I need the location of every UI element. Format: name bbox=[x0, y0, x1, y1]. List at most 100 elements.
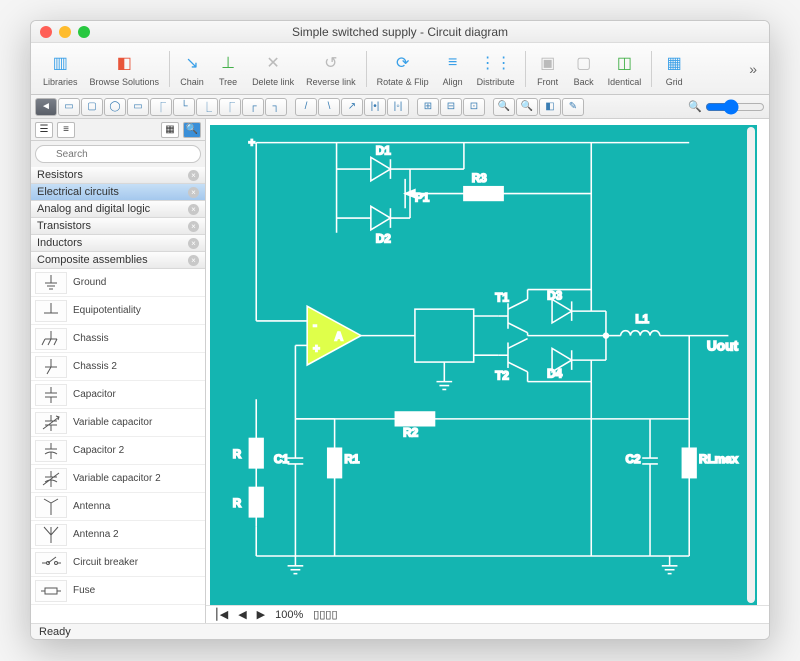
svg-text:C1: C1 bbox=[274, 453, 289, 466]
toolstrip-btn-9[interactable]: ┐ bbox=[265, 98, 287, 116]
toolstrip-btn-11[interactable]: / bbox=[295, 98, 317, 116]
toolstrip-btn-8[interactable]: ┌ bbox=[242, 98, 264, 116]
toolbar-chain[interactable]: ↘Chain bbox=[174, 49, 210, 89]
toolstrip-btn-6[interactable]: ⎿ bbox=[196, 98, 218, 116]
toolstrip-btn-23[interactable]: ◧ bbox=[539, 98, 561, 116]
antenna-2-icon bbox=[35, 524, 67, 546]
zoom-range[interactable] bbox=[705, 99, 765, 115]
toolbar-reverse-link[interactable]: ↺Reverse link bbox=[300, 49, 362, 89]
align-icon: ≡ bbox=[441, 51, 465, 75]
toolstrip-btn-0[interactable]: ▭ bbox=[58, 98, 80, 116]
svg-text:L1: L1 bbox=[635, 313, 649, 326]
titlebar: Simple switched supply - Circuit diagram bbox=[31, 21, 769, 43]
grid-icon: ▦ bbox=[662, 51, 686, 75]
svg-text:-: - bbox=[313, 319, 317, 332]
status-text: Ready bbox=[39, 626, 71, 638]
shape-ground[interactable]: Ground bbox=[31, 269, 205, 297]
grid-view-icon[interactable]: ▦ bbox=[161, 122, 179, 138]
toolbar-front[interactable]: ▣Front bbox=[530, 49, 566, 89]
toolstrip-btn-18[interactable]: ⊟ bbox=[440, 98, 462, 116]
toolstrip-btn-1[interactable]: ▢ bbox=[81, 98, 103, 116]
close-icon[interactable]: × bbox=[188, 204, 199, 215]
search-input[interactable] bbox=[35, 145, 201, 163]
toolbar-align[interactable]: ≡Align bbox=[435, 49, 471, 89]
svg-text:A: A bbox=[335, 331, 344, 344]
close-icon[interactable]: × bbox=[188, 187, 199, 198]
shape-list[interactable]: GroundEquipotentialityChassisChassis 2Ca… bbox=[31, 269, 205, 623]
toolstrip-btn-22[interactable]: 🔍 bbox=[516, 98, 538, 116]
toolbar-browse-solutions[interactable]: ◧Browse Solutions bbox=[84, 49, 166, 89]
close-icon[interactable]: × bbox=[188, 238, 199, 249]
pointer-tool[interactable]: ◄ bbox=[35, 98, 57, 116]
canvas-scrollbar[interactable] bbox=[747, 127, 755, 603]
toolstrip-btn-14[interactable]: |•| bbox=[364, 98, 386, 116]
circuit-canvas[interactable]: + D1 D2 P1 R3 bbox=[210, 125, 757, 605]
nav-first-icon[interactable]: ⎮◀ bbox=[214, 608, 228, 621]
close-icon[interactable]: × bbox=[188, 255, 199, 266]
toolbar-back[interactable]: ▢Back bbox=[566, 49, 602, 89]
toolbar-rotate-flip[interactable]: ⟳Rotate & Flip bbox=[371, 49, 435, 89]
shape-chassis-2[interactable]: Chassis 2 bbox=[31, 353, 205, 381]
tree-view-icon[interactable]: ☰ bbox=[35, 122, 53, 138]
shape-chassis[interactable]: Chassis bbox=[31, 325, 205, 353]
equipotentiality-icon bbox=[35, 300, 67, 322]
toolstrip-btn-19[interactable]: ⊡ bbox=[463, 98, 485, 116]
category-resistors[interactable]: Resistors× bbox=[31, 167, 205, 184]
body: ☰ ≡ ▦ 🔍 Resistors×Electrical circuits×An… bbox=[31, 119, 769, 623]
toolstrip-btn-24[interactable]: ✎ bbox=[562, 98, 584, 116]
shape-capacitor-2[interactable]: Capacitor 2 bbox=[31, 437, 205, 465]
category-transistors[interactable]: Transistors× bbox=[31, 218, 205, 235]
variable-capacitor-2-icon bbox=[35, 468, 67, 490]
chassis-icon bbox=[35, 328, 67, 350]
shape-equipotentiality[interactable]: Equipotentiality bbox=[31, 297, 205, 325]
toolstrip-btn-7[interactable]: ⎾ bbox=[219, 98, 241, 116]
zoom-slider[interactable]: 🔍 bbox=[688, 99, 765, 115]
close-icon[interactable]: × bbox=[188, 221, 199, 232]
browse-solutions-icon: ◧ bbox=[112, 51, 136, 75]
list-view-icon[interactable]: ≡ bbox=[57, 122, 75, 138]
delete-link-icon: ✕ bbox=[261, 51, 285, 75]
svg-text:D1: D1 bbox=[376, 144, 391, 157]
status-bar: Ready bbox=[31, 623, 769, 639]
toolbar-overflow-icon[interactable]: » bbox=[743, 61, 763, 77]
nav-prev-icon[interactable]: ◀ bbox=[238, 608, 246, 621]
toolbar-grid[interactable]: ▦Grid bbox=[656, 49, 692, 89]
capacitor-icon bbox=[35, 384, 67, 406]
toolstrip-btn-17[interactable]: ⊞ bbox=[417, 98, 439, 116]
page-tabs-icon[interactable]: ▯▯▯▯ bbox=[313, 608, 337, 621]
search-toggle-icon[interactable]: 🔍 bbox=[183, 122, 201, 138]
toolstrip-btn-5[interactable]: └ bbox=[173, 98, 195, 116]
toolbar-libraries[interactable]: ▥Libraries bbox=[37, 49, 84, 89]
shape-variable-capacitor[interactable]: Variable capacitor bbox=[31, 409, 205, 437]
close-icon[interactable]: × bbox=[188, 170, 199, 181]
shape-circuit-breaker[interactable]: Circuit breaker bbox=[31, 549, 205, 577]
panel-header: ☰ ≡ ▦ 🔍 bbox=[31, 119, 205, 141]
category-analog-and-digital-logic[interactable]: Analog and digital logic× bbox=[31, 201, 205, 218]
main-toolbar: ▥Libraries◧Browse Solutions↘Chain⊥Tree✕D… bbox=[31, 43, 769, 95]
toolstrip-btn-12[interactable]: \ bbox=[318, 98, 340, 116]
shape-antenna-2[interactable]: Antenna 2 bbox=[31, 521, 205, 549]
shape-capacitor[interactable]: Capacitor bbox=[31, 381, 205, 409]
toolbar-delete-link[interactable]: ✕Delete link bbox=[246, 49, 300, 89]
toolbar-identical[interactable]: ◫Identical bbox=[602, 49, 648, 89]
zoom-out-icon[interactable]: 🔍 bbox=[688, 100, 702, 113]
toolstrip-btn-4[interactable]: ⎾ bbox=[150, 98, 172, 116]
toolstrip-btn-13[interactable]: ↗ bbox=[341, 98, 363, 116]
chassis-2-icon bbox=[35, 356, 67, 378]
category-inductors[interactable]: Inductors× bbox=[31, 235, 205, 252]
toolstrip-btn-3[interactable]: ▭ bbox=[127, 98, 149, 116]
toolstrip-btn-21[interactable]: 🔍 bbox=[493, 98, 515, 116]
toolstrip-btn-2[interactable]: ◯ bbox=[104, 98, 126, 116]
canvas-footer: ⎮◀ ◀ ▶ 100% ▯▯▯▯ bbox=[206, 605, 769, 623]
toolstrip-btn-15[interactable]: |◦| bbox=[387, 98, 409, 116]
shape-fuse[interactable]: Fuse bbox=[31, 577, 205, 605]
shape-toolstrip: ◄ ▭▢◯▭⎾└⎿⎾┌┐/\↗|•||◦|⊞⊟⊡🔍🔍◧✎🔍 bbox=[31, 95, 769, 119]
shape-variable-capacitor-2[interactable]: Variable capacitor 2 bbox=[31, 465, 205, 493]
rotate-flip-icon: ⟳ bbox=[391, 51, 415, 75]
toolbar-tree[interactable]: ⊥Tree bbox=[210, 49, 246, 89]
category-electrical-circuits[interactable]: Electrical circuits× bbox=[31, 184, 205, 201]
toolbar-distribute[interactable]: ⋮⋮Distribute bbox=[471, 49, 521, 89]
category-composite-assemblies[interactable]: Composite assemblies× bbox=[31, 252, 205, 269]
nav-next-icon[interactable]: ▶ bbox=[257, 608, 265, 621]
shape-antenna[interactable]: Antenna bbox=[31, 493, 205, 521]
